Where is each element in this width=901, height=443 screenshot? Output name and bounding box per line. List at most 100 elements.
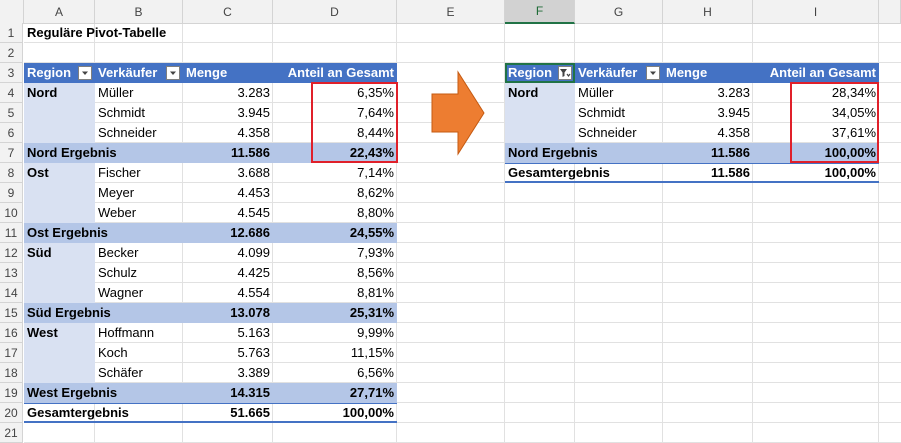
pivot_left-share-cell[interactable]: 11,15% (273, 343, 397, 363)
row-header-15[interactable]: 15 (0, 303, 23, 323)
row-header-3[interactable]: 3 (0, 63, 23, 83)
row-header-12[interactable]: 12 (0, 243, 23, 263)
pivot_left-region-cell[interactable] (24, 103, 95, 123)
pivot_left-qty-cell[interactable]: 3.945 (183, 103, 273, 123)
pivot_left-share-cell[interactable]: 7,14% (273, 163, 397, 183)
pivot_left-seller-cell[interactable]: Hoffmann (95, 323, 183, 343)
pivot_left-region-cell[interactable]: West (24, 323, 95, 343)
column-header-c[interactable]: C (183, 0, 273, 24)
column-header-f[interactable]: F (505, 0, 575, 24)
row-header-18[interactable]: 18 (0, 363, 23, 383)
pivot_left-subtotal-label[interactable]: Süd Ergebnis (24, 303, 183, 323)
row-header-17[interactable]: 17 (0, 343, 23, 363)
pivot_right-qty-cell[interactable]: 11.586 (663, 143, 753, 163)
row-header-4[interactable]: 4 (0, 83, 23, 103)
row-header-21[interactable]: 21 (0, 423, 23, 443)
pivot_left-share-cell[interactable]: 25,31% (273, 303, 397, 323)
pivot_left-seller-cell[interactable]: Müller (95, 83, 183, 103)
pivot_left-share-cell[interactable]: 27,71% (273, 383, 397, 403)
pivot_left-seller-cell[interactable]: Weber (95, 203, 183, 223)
pivot_left-region-cell[interactable]: Ost (24, 163, 95, 183)
pivot_left-header-qty[interactable]: Menge (183, 63, 273, 83)
row-header-6[interactable]: 6 (0, 123, 23, 143)
row-header-7[interactable]: 7 (0, 143, 23, 163)
pivot_left-qty-cell[interactable]: 3.688 (183, 163, 273, 183)
pivot_left-qty-cell[interactable]: 12.686 (183, 223, 273, 243)
column-header-e[interactable]: E (397, 0, 505, 24)
row-header-10[interactable]: 10 (0, 203, 23, 223)
pivot_left-region-cell[interactable]: Nord (24, 83, 95, 103)
pivot_left-share-cell[interactable]: 6,56% (273, 363, 397, 383)
pivot_left-share-cell[interactable]: 8,62% (273, 183, 397, 203)
pivot_left-share-cell[interactable]: 8,56% (273, 263, 397, 283)
row-header-5[interactable]: 5 (0, 103, 23, 123)
row-header-19[interactable]: 19 (0, 383, 23, 403)
sheet-title[interactable]: Reguläre Pivot-Tabelle (24, 23, 224, 43)
spreadsheet-grid[interactable]: ABCDEFGHI 1 2 3 4 5 6 7 8 9 10 11 12 13 14 15 16 17 18 19 2… (0, 0, 901, 443)
pivot_left-region-cell[interactable] (24, 343, 95, 363)
pivot_left-qty-cell[interactable]: 4.545 (183, 203, 273, 223)
row-header-11[interactable]: 11 (0, 223, 23, 243)
pivot_left-share-cell[interactable]: 100,00% (273, 403, 397, 423)
pivot_left-qty-cell[interactable]: 3.283 (183, 83, 273, 103)
row-header-1[interactable]: 1 (0, 23, 23, 43)
pivot_right-seller-cell[interactable]: Schneider (575, 123, 663, 143)
column-header-a[interactable]: A (24, 0, 95, 24)
pivot_left-subtotal-label[interactable]: West Ergebnis (24, 383, 183, 403)
pivot_left-qty-cell[interactable]: 13.078 (183, 303, 273, 323)
pivot_left-seller-cell[interactable]: Schmidt (95, 103, 183, 123)
pivot_right-qty-cell[interactable]: 4.358 (663, 123, 753, 143)
pivot_left-share-cell[interactable]: 7,93% (273, 243, 397, 263)
pivot_right-subtotal-label[interactable]: Nord Ergebnis (505, 143, 663, 163)
column-header-g[interactable]: G (575, 0, 663, 24)
pivot_left-subtotal-label[interactable]: Ost Ergebnis (24, 223, 183, 243)
pivot_right-header-share[interactable]: Anteil an Gesamt (753, 63, 879, 83)
column-header-b[interactable]: B (95, 0, 183, 24)
pivot_left-seller-cell[interactable]: Wagner (95, 283, 183, 303)
dropdown-arrow-icon[interactable] (646, 66, 660, 80)
pivot_left-seller-cell[interactable]: Schulz (95, 263, 183, 283)
pivot_left-share-cell[interactable]: 8,81% (273, 283, 397, 303)
pivot_left-region-cell[interactable] (24, 283, 95, 303)
pivot_left-seller-cell[interactable]: Becker (95, 243, 183, 263)
column-header-overflow[interactable] (879, 0, 901, 24)
pivot_left-qty-cell[interactable]: 14.315 (183, 383, 273, 403)
pivot_right-seller-cell[interactable]: Müller (575, 83, 663, 103)
row-header-20[interactable]: 20 (0, 403, 23, 423)
pivot_left-region-cell[interactable]: Süd (24, 243, 95, 263)
pivot_right-qty-cell[interactable]: 11.586 (663, 163, 753, 183)
pivot_left-qty-cell[interactable]: 4.554 (183, 283, 273, 303)
pivot_left-seller-cell[interactable]: Schäfer (95, 363, 183, 383)
pivot_left-grand-total-label[interactable]: Gesamtergebnis (24, 403, 183, 423)
pivot_left-region-cell[interactable] (24, 123, 95, 143)
pivot_left-seller-cell[interactable]: Schneider (95, 123, 183, 143)
pivot_left-qty-cell[interactable]: 4.453 (183, 183, 273, 203)
row-header-14[interactable]: 14 (0, 283, 23, 303)
row-header-8[interactable]: 8 (0, 163, 23, 183)
pivot_left-qty-cell[interactable]: 11.586 (183, 143, 273, 163)
column-header-h[interactable]: H (663, 0, 753, 24)
pivot_left-qty-cell[interactable]: 51.665 (183, 403, 273, 423)
pivot_right-seller-cell[interactable]: Schmidt (575, 103, 663, 123)
pivot_right-region-cell[interactable] (505, 123, 575, 143)
dropdown-arrow-icon[interactable] (78, 66, 92, 80)
pivot_left-qty-cell[interactable]: 4.358 (183, 123, 273, 143)
row-header-9[interactable]: 9 (0, 183, 23, 203)
pivot_left-region-cell[interactable] (24, 203, 95, 223)
pivot_left-seller-cell[interactable]: Fischer (95, 163, 183, 183)
pivot_left-seller-cell[interactable]: Meyer (95, 183, 183, 203)
pivot_right-region-cell[interactable]: Nord (505, 83, 575, 103)
pivot_left-qty-cell[interactable]: 4.099 (183, 243, 273, 263)
pivot_left-qty-cell[interactable]: 5.763 (183, 343, 273, 363)
select-all-corner[interactable] (0, 0, 24, 24)
pivot_left-share-cell[interactable]: 9,99% (273, 323, 397, 343)
pivot_right-region-cell[interactable] (505, 103, 575, 123)
pivot_right-grand-total-label[interactable]: Gesamtergebnis (505, 163, 663, 183)
pivot_right-qty-cell[interactable]: 3.945 (663, 103, 753, 123)
pivot_right-qty-cell[interactable]: 3.283 (663, 83, 753, 103)
row-header-2[interactable]: 2 (0, 43, 23, 63)
row-header-13[interactable]: 13 (0, 263, 23, 283)
pivot_left-header-share[interactable]: Anteil an Gesamt (273, 63, 397, 83)
row-header-16[interactable]: 16 (0, 323, 23, 343)
pivot_left-share-cell[interactable]: 24,55% (273, 223, 397, 243)
